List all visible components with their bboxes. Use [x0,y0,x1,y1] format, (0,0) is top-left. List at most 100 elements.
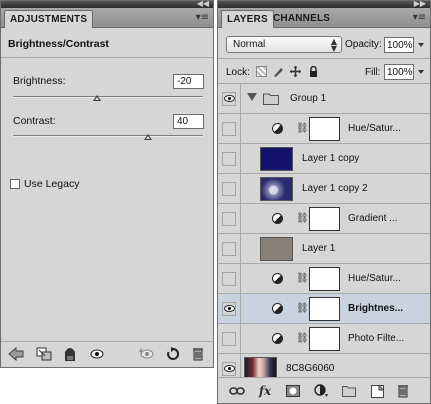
layer-row-layer-1-copy[interactable]: Layer 1 copy [218,144,430,174]
layer-name: Group 1 [290,93,327,104]
layer-mask-thumbnail[interactable] [309,297,340,321]
brightness-slider-thumb[interactable] [92,95,101,101]
contrast-label: Contrast: [13,115,56,127]
layers-panel: ▶▶ LAYERS CHANNELS ▾≡ Normal ▲ ▼ Opacity:… [217,0,431,404]
back-arrow-icon[interactable] [7,346,25,362]
use-legacy-checkbox[interactable] [10,179,20,189]
collapse-arrows-icon[interactable]: ▶▶ [414,0,426,8]
brightness-slider-track[interactable] [13,96,203,98]
adjustment-controls: Brightness: -20 Contrast: 40 Use Legacy [1,57,213,342]
opacity-input[interactable]: 100% [384,37,414,53]
lock-pixels-icon[interactable] [273,66,284,77]
reset-icon[interactable] [165,346,181,362]
layer-name: 8C8G6060 [286,363,335,374]
layer-visibility-toggle[interactable] [222,212,236,226]
column-divider [240,114,241,143]
layer-row-brightness-contrast[interactable]: ⛓ Brightnes... [218,294,430,324]
layer-name: Layer 1 [302,243,336,254]
lock-label: Lock: [226,67,250,78]
use-legacy-label: Use Legacy [24,178,80,190]
layer-name: Layer 1 copy 2 [302,183,368,194]
folder-icon [263,92,279,108]
visibility-eye-icon[interactable] [89,346,105,362]
layer-mask-thumbnail[interactable] [309,327,340,351]
layer-name: Gradient ... [348,213,398,224]
link-layers-icon[interactable] [228,383,246,399]
adjustment-layer-icon [272,123,283,134]
layer-name: Hue/Satur... [348,123,401,134]
mask-icon[interactable] [63,346,77,362]
layer-visibility-toggle[interactable] [222,152,236,166]
panel-menu-icon[interactable]: ▾≡ [196,12,209,24]
fill-input[interactable]: 100% [384,64,414,80]
layer-row-layer-1-copy-2[interactable]: Layer 1 copy 2 [218,174,430,204]
fill-dropdown-icon[interactable] [418,70,424,74]
layer-visibility-toggle[interactable] [222,362,236,376]
view-previous-icon[interactable] [137,346,155,362]
column-divider [240,204,241,233]
tab-adjustments[interactable]: ADJUSTMENTS [4,10,94,28]
panel-top-strip: ▶▶ [218,0,430,8]
expand-triangle-icon[interactable] [247,93,257,101]
layer-thumbnail[interactable] [260,177,293,201]
layer-row-gradient[interactable]: ⛓ Gradient ... [218,204,430,234]
tab-layers[interactable]: LAYERS [221,10,274,28]
clip-to-layer-icon[interactable] [35,346,53,362]
opacity-label: Opacity: [345,39,382,50]
fx-icon[interactable]: fx [256,383,274,399]
lock-all-icon[interactable] [308,65,319,77]
layer-thumbnail[interactable] [260,147,293,171]
contrast-slider-thumb[interactable] [143,134,152,140]
adjustment-layer-icon [272,213,283,224]
layer-row-layer-1[interactable]: Layer 1 [218,234,430,264]
layer-visibility-toggle[interactable] [222,332,236,346]
layer-visibility-toggle[interactable] [222,242,236,256]
new-group-icon[interactable] [340,383,358,399]
layer-visibility-toggle[interactable] [222,302,236,316]
adjustments-footer [1,342,213,367]
new-adjustment-icon[interactable] [312,383,330,399]
layer-row-group-1[interactable]: Group 1 [218,84,430,114]
opacity-dropdown-icon[interactable] [418,43,424,47]
blend-mode-select[interactable]: Normal ▲ ▼ [226,36,342,53]
adjustment-layer-icon [272,333,283,344]
new-layer-icon[interactable] [368,383,386,399]
mask-link-icon[interactable]: ⛓ [296,333,309,345]
mask-link-icon[interactable]: ⛓ [296,273,309,285]
column-divider [240,264,241,293]
lock-position-icon[interactable] [290,66,301,77]
mask-link-icon[interactable]: ⛓ [296,213,309,225]
adjustment-layer-icon [272,303,283,314]
mask-link-icon[interactable]: ⛓ [296,123,309,135]
brightness-input[interactable]: -20 [173,74,204,89]
layer-name: Brightnes... [348,303,404,314]
layer-visibility-toggle[interactable] [222,122,236,136]
layer-mask-thumbnail[interactable] [309,117,340,141]
panel-top-strip: ◀◀ [1,0,213,8]
layers-tab-bar: LAYERS CHANNELS ▾≡ [218,8,430,28]
column-divider [240,234,241,263]
layer-thumbnail[interactable] [260,237,293,261]
layer-mask-thumbnail[interactable] [309,207,340,231]
trash-icon[interactable] [191,346,205,362]
select-arrows-icon: ▲ ▼ [330,37,337,53]
trash-icon[interactable] [394,383,412,399]
brightness-label: Brightness: [13,75,66,87]
mask-link-icon[interactable]: ⛓ [296,303,309,315]
layers-footer: fx [218,377,430,403]
layer-row-photo-filter[interactable]: ⛓ Photo Filte... [218,324,430,354]
eye-icon [224,305,235,312]
layer-mask-thumbnail[interactable] [309,267,340,291]
layer-visibility-toggle[interactable] [222,92,236,106]
contrast-input[interactable]: 40 [173,114,204,129]
layer-row-hue-saturation-2[interactable]: ⛓ Hue/Satur... [218,264,430,294]
layer-row-hue-saturation[interactable]: ⛓ Hue/Satur... [218,114,430,144]
layer-visibility-toggle[interactable] [222,272,236,286]
add-mask-icon[interactable] [284,383,302,399]
tab-channels[interactable]: CHANNELS [268,10,335,28]
panel-menu-icon[interactable]: ▾≡ [413,12,426,24]
layer-visibility-toggle[interactable] [222,182,236,196]
contrast-slider-track[interactable] [13,135,203,137]
lock-transparent-icon[interactable] [256,66,267,77]
collapse-arrows-icon[interactable]: ◀◀ [197,0,209,8]
